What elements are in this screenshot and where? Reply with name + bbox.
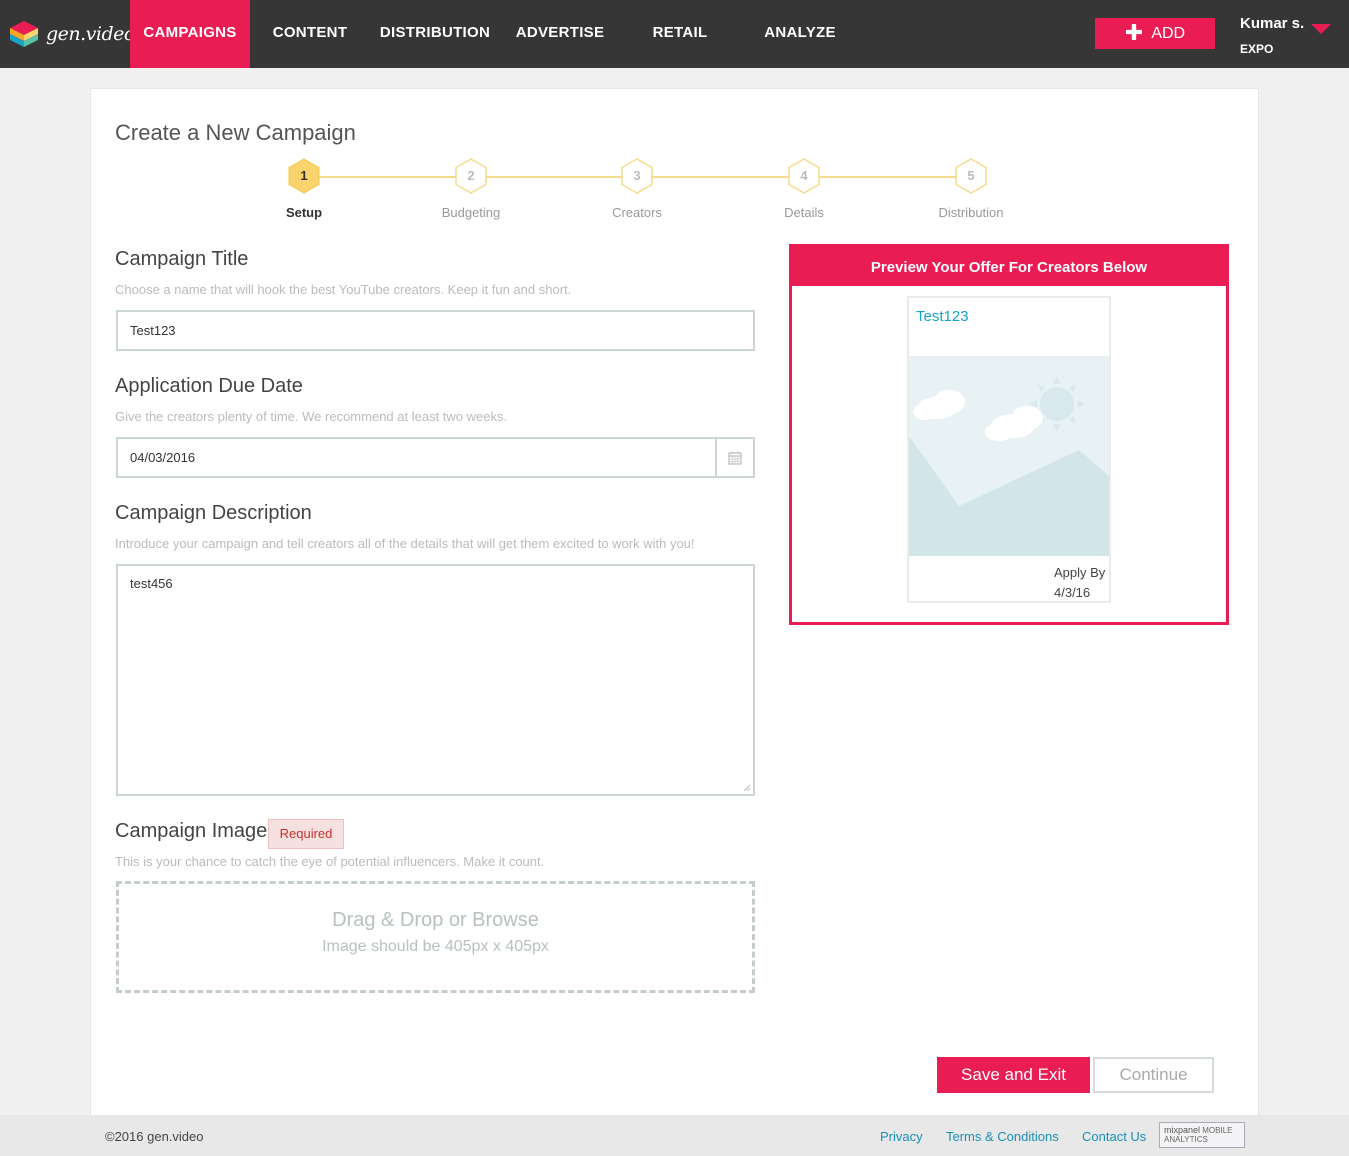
- dropzone-main-text: Drag & Drop or Browse: [332, 909, 539, 931]
- nav-item-advertise[interactable]: ADVERTISE: [500, 0, 620, 68]
- step-number: 3: [633, 168, 641, 183]
- chevron-down-icon[interactable]: [1311, 24, 1331, 34]
- nav-item-retail[interactable]: RETAIL: [620, 0, 740, 68]
- user-name[interactable]: Kumar s.: [1240, 15, 1304, 32]
- apply-by-label: Apply By: [1054, 565, 1106, 580]
- step-1-marker[interactable]: 1: [288, 158, 320, 194]
- description-value: test456: [130, 576, 173, 591]
- offer-apply-by: Apply By 4/3/16: [1054, 563, 1105, 603]
- due-date-help: Give the creators plenty of time. We rec…: [115, 409, 508, 424]
- top-nav: gen.video CAMPAIGNS CONTENT DISTRIBUTION…: [0, 0, 1349, 68]
- campaign-title-help: Choose a name that will hook the best Yo…: [115, 282, 572, 297]
- privacy-link[interactable]: Privacy: [880, 1129, 923, 1144]
- brand-logo[interactable]: gen.video: [8, 18, 135, 50]
- due-date-label: Application Due Date: [115, 375, 303, 397]
- step-label-budgeting: Budgeting: [441, 205, 501, 220]
- copyright: ©2016 gen.video: [105, 1129, 204, 1144]
- campaign-image-help: This is your chance to catch the eye of …: [115, 854, 545, 869]
- nav-item-analyze[interactable]: ANALYZE: [740, 0, 860, 68]
- dropzone-sub-text: Image should be 405px x 405px: [322, 938, 549, 955]
- calendar-button[interactable]: [715, 437, 755, 478]
- page-title: Create a New Campaign: [115, 120, 356, 145]
- footer: ©2016 gen.video Privacy Terms & Conditio…: [0, 1115, 1349, 1156]
- add-button[interactable]: ✚ ADD: [1095, 18, 1215, 49]
- step-connector: [819, 176, 959, 178]
- image-placeholder-icon: [909, 356, 1109, 556]
- step-4-marker[interactable]: 4: [788, 158, 820, 194]
- step-number: 1: [300, 168, 308, 183]
- plus-icon: ✚: [1124, 19, 1144, 45]
- logo-text: gen.video: [46, 23, 135, 45]
- step-2-marker[interactable]: 2: [455, 158, 487, 194]
- step-connector: [652, 176, 792, 178]
- description-help: Introduce your campaign and tell creator…: [115, 536, 695, 551]
- mixpanel-brand: mixpanel: [1164, 1125, 1201, 1135]
- contact-link[interactable]: Contact Us: [1082, 1129, 1146, 1144]
- save-and-exit-button[interactable]: Save and Exit: [937, 1057, 1090, 1093]
- step-3-marker[interactable]: 3: [621, 158, 653, 194]
- preview-heading: Preview Your Offer For Creators Below: [792, 247, 1226, 286]
- offer-title: Test123: [916, 308, 969, 325]
- offer-preview-panel: Preview Your Offer For Creators Below Te…: [789, 244, 1229, 625]
- campaign-title-label: Campaign Title: [115, 248, 249, 270]
- campaign-title-input[interactable]: Test123: [116, 310, 755, 351]
- step-number: 2: [467, 168, 475, 183]
- apply-by-date: 4/3/16: [1054, 585, 1091, 600]
- calendar-icon: [728, 451, 742, 465]
- step-label-distribution: Distribution: [938, 205, 1004, 220]
- description-label: Campaign Description: [115, 502, 312, 524]
- gen-video-logo-icon: [10, 21, 38, 47]
- step-number: 5: [967, 168, 975, 183]
- image-dropzone[interactable]: Drag & Drop or Browse Image should be 40…: [116, 881, 755, 993]
- step-5-marker[interactable]: 5: [955, 158, 987, 194]
- nav-item-campaigns[interactable]: CAMPAIGNS: [130, 0, 250, 68]
- mixpanel-badge[interactable]: mixpanel MOBILE ANALYTICS: [1159, 1122, 1245, 1148]
- description-textarea[interactable]: test456: [116, 564, 755, 796]
- user-org: EXPO: [1240, 42, 1274, 56]
- step-label-setup: Setup: [285, 205, 323, 220]
- due-date-input[interactable]: 04/03/2016: [116, 437, 717, 478]
- campaign-image-label: Campaign Image: [115, 820, 268, 842]
- offer-card[interactable]: Test123 Apply By 4/3/16: [907, 296, 1111, 603]
- step-number: 4: [800, 168, 808, 183]
- nav-item-distribution[interactable]: DISTRIBUTION: [375, 0, 495, 68]
- step-connector: [318, 176, 458, 178]
- nav-item-content[interactable]: CONTENT: [250, 0, 370, 68]
- step-label-creators: Creators: [612, 205, 662, 220]
- add-button-label: ADD: [1151, 24, 1186, 42]
- resize-grip-icon[interactable]: [742, 783, 750, 791]
- terms-link[interactable]: Terms & Conditions: [946, 1129, 1059, 1144]
- step-connector: [485, 176, 625, 178]
- step-label-details: Details: [784, 205, 824, 220]
- continue-button[interactable]: Continue: [1093, 1057, 1214, 1093]
- required-badge: Required: [268, 819, 344, 849]
